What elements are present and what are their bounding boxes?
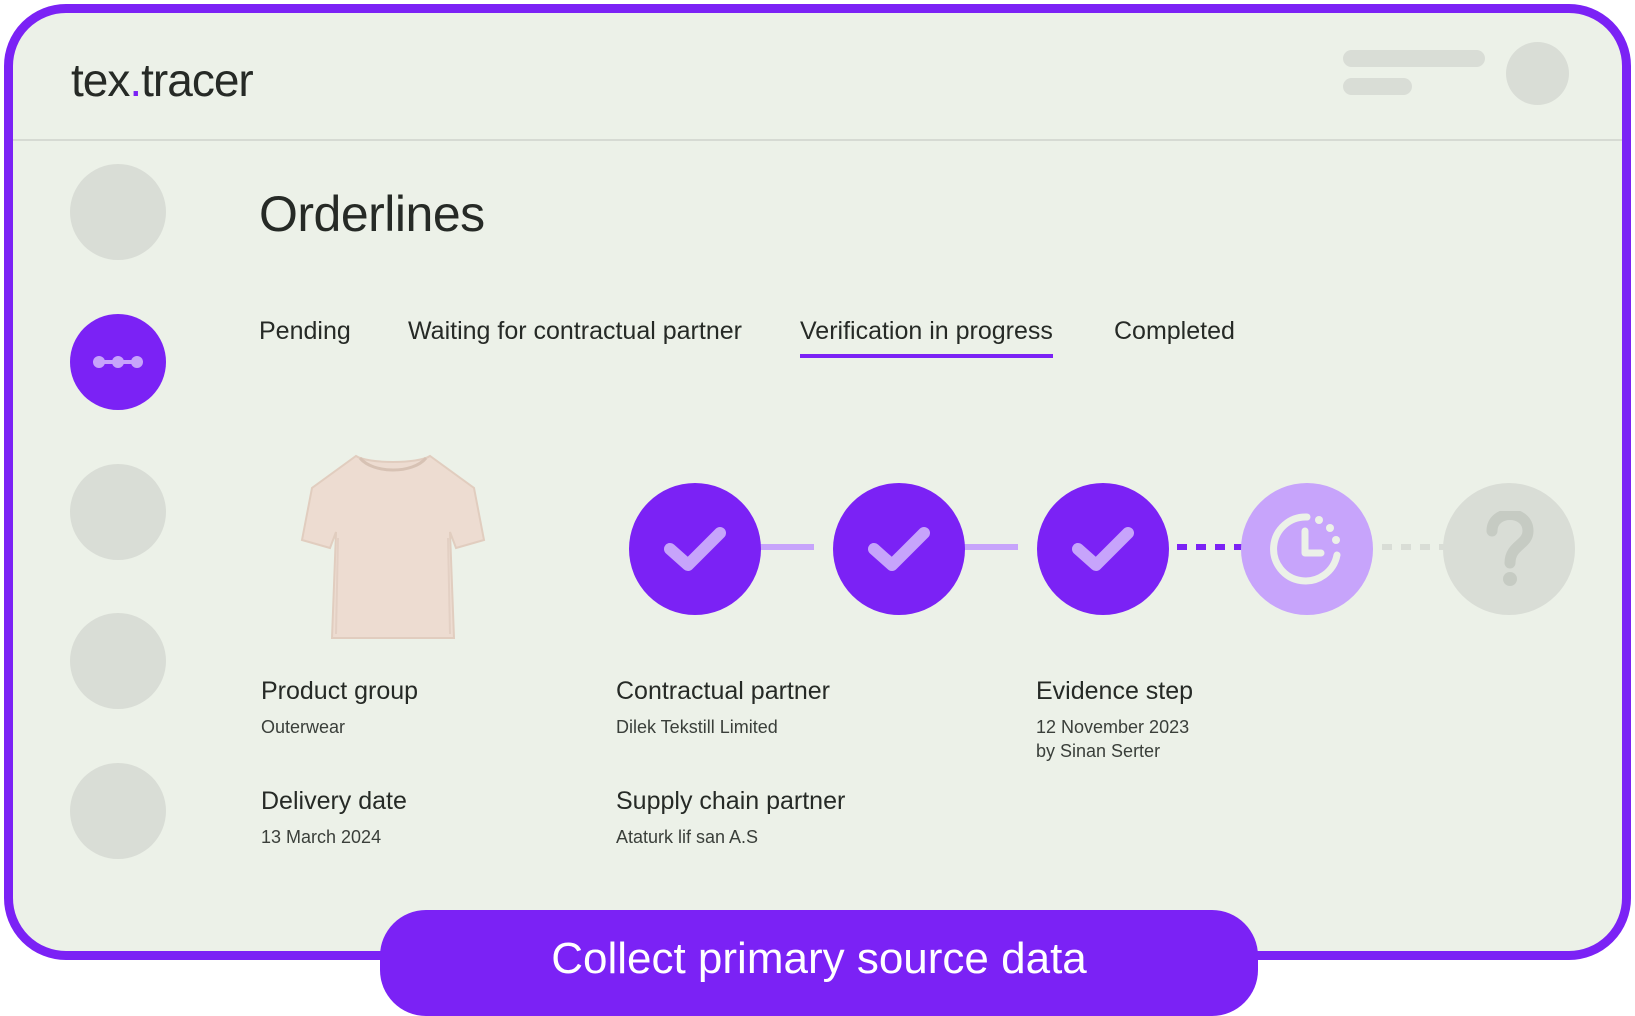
contractual-partner-label: Contractual partner <box>616 677 831 705</box>
contractual-partner-value: Dilek Tekstill Limited <box>616 717 778 737</box>
tab-verification-in-progress[interactable]: Verification in progress <box>800 317 1053 358</box>
evidence-step-label: Evidence step <box>1036 677 1194 705</box>
supply-chain-partner-value: Ataturk lif san A.S <box>616 827 759 847</box>
step-3-done[interactable] <box>1037 483 1169 615</box>
evidence-step-author: by Sinan Serter <box>1036 741 1161 761</box>
step-connector-4 <box>1382 544 1451 550</box>
step-4-in-progress[interactable] <box>1241 483 1373 615</box>
logo-dot: . <box>129 54 142 106</box>
delivery-date-value: 13 March 2024 <box>261 827 382 847</box>
supply-chain-partner-label: Supply chain partner <box>616 787 846 815</box>
tshirt-product-image <box>300 454 486 639</box>
header-placeholder-line <box>1343 50 1485 67</box>
tab-pending[interactable]: Pending <box>259 317 351 346</box>
tab-completed[interactable]: Completed <box>1114 317 1235 346</box>
logo-suffix: tracer <box>141 54 254 106</box>
header-placeholder-line-short <box>1343 78 1412 95</box>
step-1-done[interactable] <box>629 483 761 615</box>
sidebar-item-1[interactable] <box>70 164 166 260</box>
app-window: tex.tracer Orderlines Pending Waiting fo… <box>4 4 1631 960</box>
avatar[interactable] <box>1506 42 1569 105</box>
step-5-unknown[interactable] <box>1443 483 1575 615</box>
process-chain-icon <box>93 356 143 368</box>
evidence-step-date: 12 November 2023 <box>1036 717 1190 737</box>
app-logo[interactable]: tex.tracer <box>71 53 254 107</box>
step-2-done[interactable] <box>833 483 965 615</box>
check-icon <box>1072 527 1134 571</box>
question-icon <box>1486 511 1534 586</box>
logo-prefix: tex <box>71 54 130 106</box>
delivery-date-label: Delivery date <box>261 787 407 815</box>
sidebar-item-5[interactable] <box>70 763 166 859</box>
product-group-label: Product group <box>261 677 419 705</box>
tab-waiting-for-contractual-partner[interactable]: Waiting for contractual partner <box>408 317 742 346</box>
check-icon <box>664 527 726 571</box>
product-group-value: Outerwear <box>261 717 346 737</box>
clock-icon <box>1270 513 1341 585</box>
sidebar-item-3[interactable] <box>70 464 166 560</box>
sidebar-item-4[interactable] <box>70 613 166 709</box>
check-icon <box>868 527 930 571</box>
top-bar: tex.tracer <box>13 13 1622 141</box>
step-connector-3 <box>1177 544 1249 550</box>
page-title: Orderlines <box>259 186 485 242</box>
collect-primary-source-data-button[interactable]: Collect primary source data <box>380 910 1258 1016</box>
sidebar-item-orderlines[interactable] <box>70 314 166 410</box>
